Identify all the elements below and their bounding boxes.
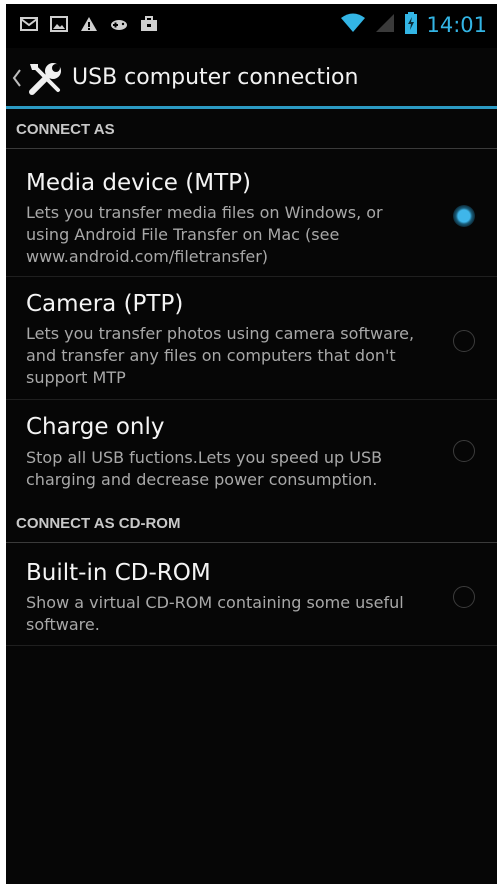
radio-button-selected[interactable] xyxy=(453,205,475,227)
phone-screen: 14:01 USB computer connection CONNECT AS… xyxy=(6,4,497,884)
option-description: Lets you transfer photos using camera so… xyxy=(26,324,415,387)
gmail-icon xyxy=(20,16,38,32)
clock: 14:01 xyxy=(426,13,487,37)
notification-icons xyxy=(20,16,158,32)
list-divider xyxy=(6,645,497,646)
section-divider xyxy=(6,542,497,543)
option-title: Built-in CD-ROM xyxy=(26,560,211,586)
radio-button[interactable] xyxy=(453,330,475,352)
option-title: Media device (MTP) xyxy=(26,170,251,196)
section-connect-as-cdrom: CONNECT AS CD-ROM xyxy=(6,503,497,543)
status-bar: 14:01 xyxy=(6,4,497,48)
radio-button[interactable] xyxy=(453,586,475,608)
tools-icon[interactable] xyxy=(26,60,64,98)
option-title: Camera (PTP) xyxy=(26,291,184,317)
option-media-device-mtp[interactable]: Media device (MTP) Lets you transfer med… xyxy=(6,150,497,276)
option-title: Charge only xyxy=(26,414,165,440)
option-description: Show a virtual CD-ROM containing some us… xyxy=(26,593,404,634)
section-header-label: CONNECT AS CD-ROM xyxy=(16,515,181,532)
system-icons: 14:01 xyxy=(340,12,487,38)
section-divider xyxy=(6,148,497,149)
wifi-icon xyxy=(340,13,366,37)
option-camera-ptp[interactable]: Camera (PTP) Lets you transfer photos us… xyxy=(6,277,497,399)
briefcase-icon xyxy=(140,16,158,32)
section-connect-as: CONNECT AS xyxy=(6,109,497,149)
page-title: USB computer connection xyxy=(72,65,359,90)
gamepad-icon xyxy=(110,16,128,32)
section-header-label: CONNECT AS xyxy=(16,121,115,138)
chevron-left-icon[interactable] xyxy=(12,66,22,90)
radio-button[interactable] xyxy=(453,440,475,462)
option-description: Lets you transfer media files on Windows… xyxy=(26,203,383,266)
signal-icon xyxy=(374,13,396,37)
warning-icon xyxy=(80,16,98,32)
option-description: Stop all USB fuctions.Lets you speed up … xyxy=(26,448,383,489)
gallery-icon xyxy=(50,16,68,32)
option-charge-only[interactable]: Charge only Stop all USB fuctions.Lets y… xyxy=(6,400,497,503)
battery-charging-icon xyxy=(404,12,418,38)
option-built-in-cdrom[interactable]: Built-in CD-ROM Show a virtual CD-ROM co… xyxy=(6,544,497,645)
